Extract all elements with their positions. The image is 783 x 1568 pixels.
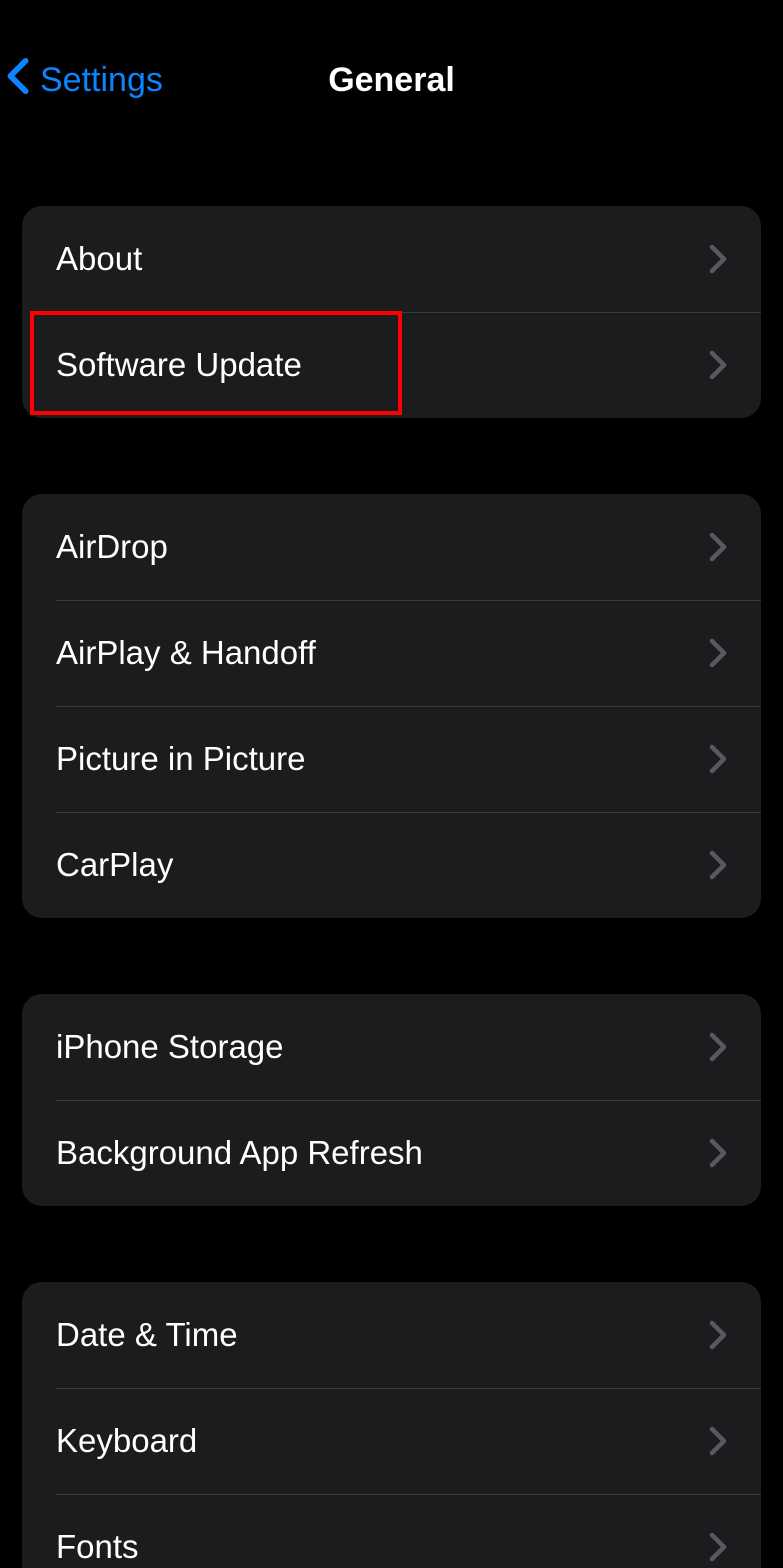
row-carplay[interactable]: CarPlay [22, 812, 761, 918]
chevron-right-icon [709, 244, 727, 274]
row-date-time[interactable]: Date & Time [22, 1282, 761, 1388]
group-connectivity: AirDrop AirPlay & Handoff Picture in Pic… [22, 494, 761, 918]
chevron-right-icon [709, 1320, 727, 1350]
row-about[interactable]: About [22, 206, 761, 312]
group-storage: iPhone Storage Background App Refresh [22, 994, 761, 1206]
navigation-bar: Settings General [0, 40, 783, 120]
back-button[interactable]: Settings [0, 57, 163, 104]
row-software-update[interactable]: Software Update [22, 312, 761, 418]
row-keyboard[interactable]: Keyboard [22, 1388, 761, 1494]
row-background-app-refresh[interactable]: Background App Refresh [22, 1100, 761, 1206]
chevron-left-icon [6, 57, 40, 104]
chevron-right-icon [709, 1032, 727, 1062]
back-label: Settings [40, 61, 163, 100]
row-label: AirDrop [56, 528, 168, 566]
chevron-right-icon [709, 1532, 727, 1562]
chevron-right-icon [709, 744, 727, 774]
row-label: About [56, 240, 142, 278]
row-iphone-storage[interactable]: iPhone Storage [22, 994, 761, 1100]
row-label: Fonts [56, 1528, 139, 1566]
row-label: Picture in Picture [56, 740, 305, 778]
row-label: iPhone Storage [56, 1028, 284, 1066]
row-label: Date & Time [56, 1316, 238, 1354]
chevron-right-icon [709, 532, 727, 562]
row-label: CarPlay [56, 846, 173, 884]
group-info: About Software Update [22, 206, 761, 418]
row-label: Keyboard [56, 1422, 197, 1460]
row-airplay-handoff[interactable]: AirPlay & Handoff [22, 600, 761, 706]
group-system: Date & Time Keyboard Fonts [22, 1282, 761, 1568]
row-label: Software Update [56, 346, 302, 384]
row-airdrop[interactable]: AirDrop [22, 494, 761, 600]
chevron-right-icon [709, 350, 727, 380]
chevron-right-icon [709, 850, 727, 880]
row-label: Background App Refresh [56, 1134, 423, 1172]
row-fonts[interactable]: Fonts [22, 1494, 761, 1568]
chevron-right-icon [709, 1138, 727, 1168]
chevron-right-icon [709, 638, 727, 668]
row-picture-in-picture[interactable]: Picture in Picture [22, 706, 761, 812]
chevron-right-icon [709, 1426, 727, 1456]
content: About Software Update AirDrop AirPlay & … [0, 120, 783, 1568]
row-label: AirPlay & Handoff [56, 634, 316, 672]
